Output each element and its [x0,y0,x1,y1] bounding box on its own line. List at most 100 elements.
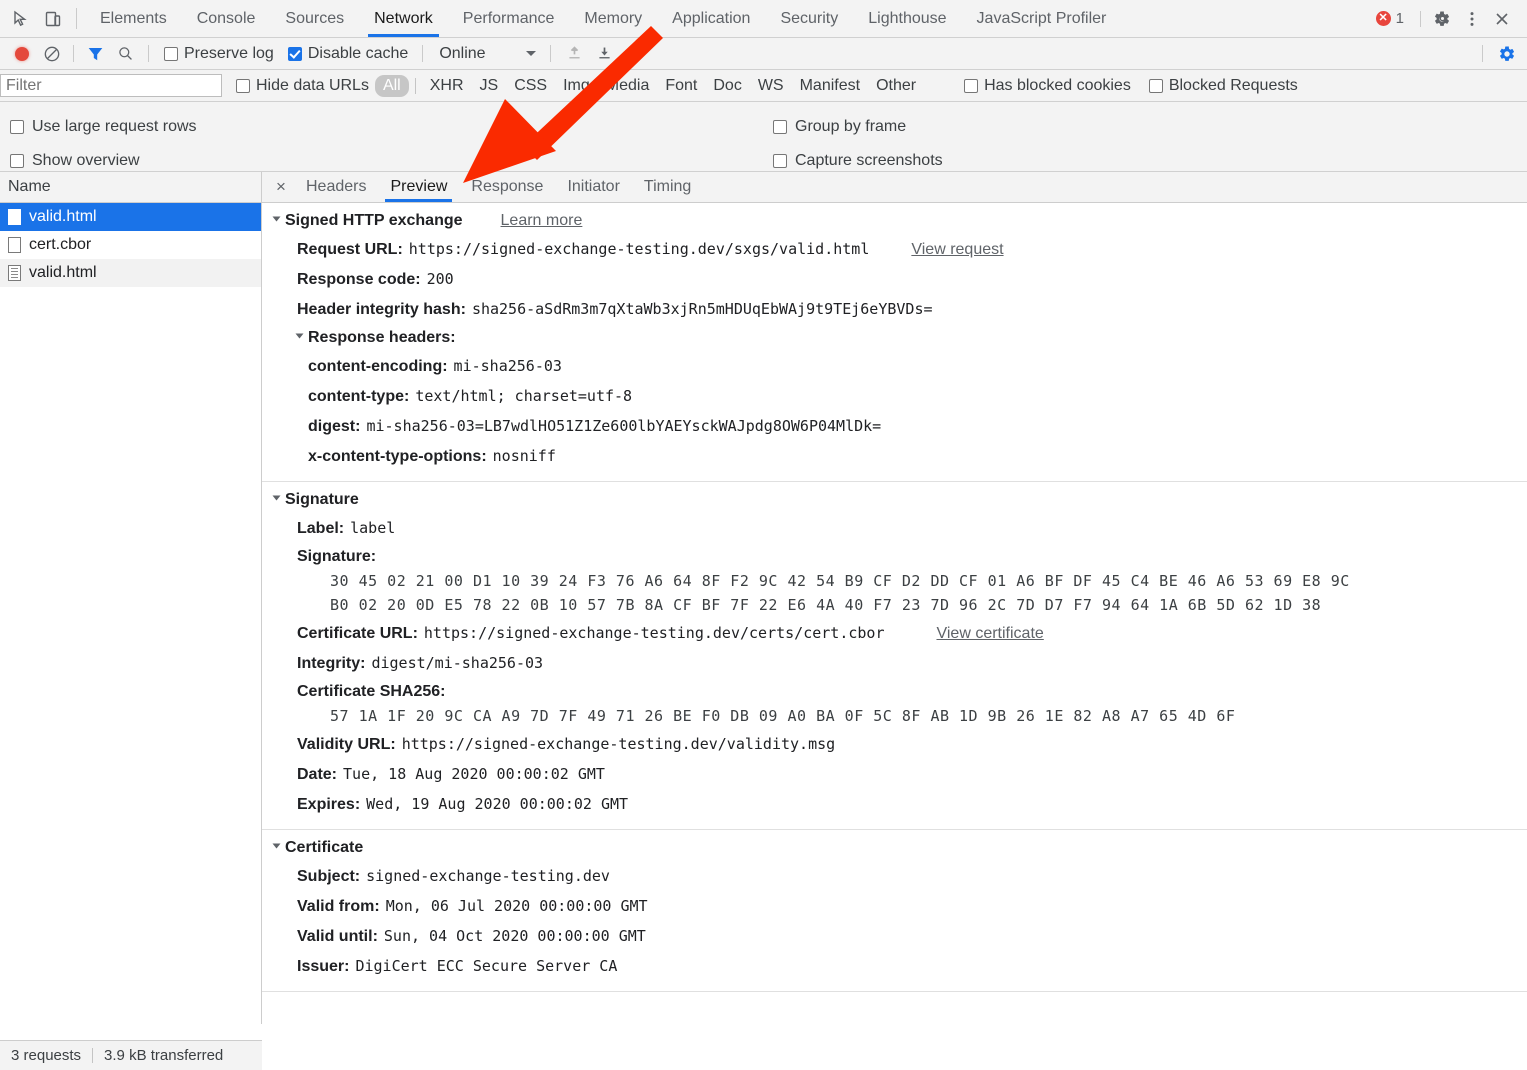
tab-label: Preview [390,178,447,196]
export-har-icon[interactable] [591,41,619,67]
close-icon[interactable]: × [268,172,294,202]
tab-javascript-profiler[interactable]: JavaScript Profiler [962,0,1122,37]
checkbox-label: Group by frame [795,118,906,136]
column-header-name: Name [8,178,51,196]
group-by-frame-checkbox[interactable]: Group by frame [773,110,943,144]
field-value: 200 [427,269,454,289]
field-key: Request URL: [297,240,403,260]
search-icon[interactable] [111,41,139,67]
field-key: Issuer: [297,957,349,977]
checkbox-box [1149,79,1163,93]
type-filter-img[interactable]: Img [555,75,598,97]
view-certificate-link[interactable]: View certificate [936,624,1043,644]
field-value: Tue, 18 Aug 2020 00:00:02 GMT [343,764,605,784]
field-certificate-url: Certificate URL: https://signed-exchange… [274,623,1527,644]
tab-bar-actions: ✕ 1 [1376,0,1527,37]
type-filter-css[interactable]: CSS [506,75,555,97]
tab-lighthouse[interactable]: Lighthouse [853,0,961,37]
chevron-down-icon[interactable] [273,496,281,501]
table-row[interactable]: valid.html [0,259,261,287]
chevron-down-icon[interactable] [296,334,304,339]
field-value: mi-sha256-03 [454,356,562,376]
field-value: https://signed-exchange-testing.dev/vali… [402,734,835,754]
type-filter-font[interactable]: Font [657,75,705,97]
chevron-down-icon[interactable] [273,844,281,849]
learn-more-link[interactable]: Learn more [501,212,583,230]
tab-console[interactable]: Console [182,0,271,37]
field-key: Expires: [297,795,360,815]
view-request-link[interactable]: View request [911,240,1003,260]
section-header-certificate[interactable]: Certificate [274,839,1527,857]
blocked-requests-checkbox[interactable]: Blocked Requests [1143,77,1304,95]
record-button[interactable] [8,41,36,67]
panel-tabs: Elements Console Sources Network Perform… [77,0,1376,37]
tab-memory[interactable]: Memory [569,0,657,37]
disable-cache-checkbox[interactable]: Disable cache [282,45,415,63]
capture-screenshots-checkbox[interactable]: Capture screenshots [773,144,943,178]
type-filter-xhr[interactable]: XHR [422,75,472,97]
type-filter-other[interactable]: Other [868,75,924,97]
transferred-size: 3.9 kB transferred [93,1047,234,1064]
table-row[interactable]: cert.cbor [0,231,261,259]
section-header-signed-exchange[interactable]: Signed HTTP exchange Learn more [274,212,1527,230]
chevron-down-icon[interactable] [273,217,281,222]
device-toolbar-icon[interactable] [42,8,64,30]
checkbox-label: Blocked Requests [1169,77,1298,95]
section-header-signature[interactable]: Signature [274,491,1527,509]
checkbox-box [773,120,787,134]
hide-data-urls-checkbox[interactable]: Hide data URLs [230,77,375,95]
divider [1420,11,1421,27]
field-signature-label: Signature: [274,548,1527,566]
field-value: signed-exchange-testing.dev [366,866,610,886]
section-title: Signature [285,491,359,508]
tab-headers[interactable]: Headers [294,172,378,202]
divider [73,45,74,62]
type-filter-media[interactable]: Media [598,75,658,97]
tab-preview[interactable]: Preview [378,172,459,202]
checkbox-box [773,154,787,168]
network-settings-icon[interactable] [1493,41,1521,67]
clear-button[interactable] [38,41,66,67]
tab-timing[interactable]: Timing [632,172,703,202]
tab-network[interactable]: Network [359,0,448,37]
has-blocked-cookies-checkbox[interactable]: Has blocked cookies [958,77,1137,95]
preserve-log-checkbox[interactable]: Preserve log [158,45,280,63]
throttling-value: Online [439,45,485,63]
inspect-element-icon[interactable] [10,8,32,30]
more-options-icon[interactable] [1459,6,1485,32]
tab-initiator[interactable]: Initiator [555,172,631,202]
field-key: Subject: [297,867,360,887]
show-overview-checkbox[interactable]: Show overview [10,144,197,178]
field-key: Valid from: [297,897,380,917]
tab-application[interactable]: Application [657,0,765,37]
table-row[interactable]: valid.html [0,203,261,231]
type-filter-all[interactable]: All [375,75,409,97]
tab-performance[interactable]: Performance [448,0,570,37]
filter-input[interactable] [0,74,222,97]
type-filter-doc[interactable]: Doc [705,75,749,97]
gear-icon[interactable] [1429,6,1455,32]
type-filter-js[interactable]: JS [472,75,507,97]
error-badge[interactable]: ✕ 1 [1376,10,1412,27]
type-filter-ws[interactable]: WS [750,75,792,97]
tab-label: JavaScript Profiler [977,10,1107,28]
field-key: Validity URL: [297,735,396,755]
filter-icon[interactable] [81,41,109,67]
tab-label: Lighthouse [868,10,946,28]
import-har-icon[interactable] [561,41,589,67]
tab-sources[interactable]: Sources [270,0,359,37]
field-value: text/html; charset=utf-8 [415,386,632,406]
tab-elements[interactable]: Elements [85,0,182,37]
close-icon[interactable] [1489,6,1515,32]
type-filter-manifest[interactable]: Manifest [792,75,868,97]
use-large-request-rows-checkbox[interactable]: Use large request rows [10,110,197,144]
field-value: mi-sha256-03=LB7wdlHO51Z1Ze600lbYAEYsckW… [366,416,881,436]
tab-label: Console [197,10,256,28]
certificate-section: Certificate Subject: signed-exchange-tes… [262,830,1527,992]
throttling-select[interactable]: Online [431,45,535,63]
subsection-response-headers[interactable]: Response headers: [274,329,1527,347]
signed-exchange-preview: Signed HTTP exchange Learn more Request … [262,203,1527,1024]
tab-security[interactable]: Security [765,0,853,37]
tab-response[interactable]: Response [459,172,555,202]
field-valid-until: Valid until: Sun, 04 Oct 2020 00:00:00 G… [274,926,1527,947]
